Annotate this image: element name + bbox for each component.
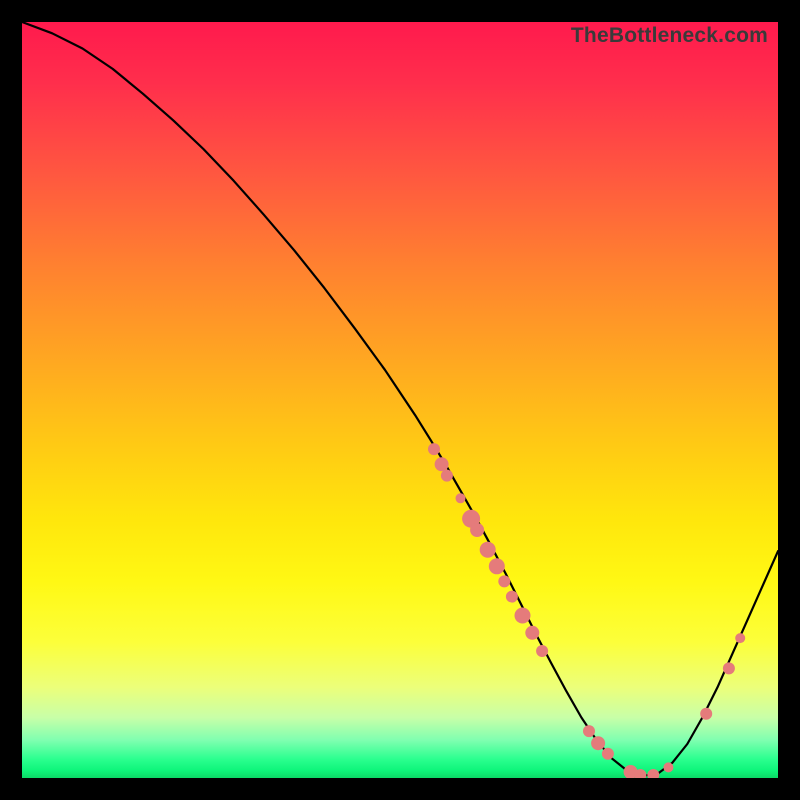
chart-marker: [441, 470, 453, 482]
watermark-text: TheBottleneck.com: [571, 24, 768, 48]
chart-marker: [647, 769, 659, 778]
chart-marker: [480, 542, 496, 558]
chart-marker: [470, 523, 484, 537]
chart-marker: [435, 457, 449, 471]
chart-area: TheBottleneck.com: [22, 22, 778, 778]
chart-marker: [602, 748, 614, 760]
chart-svg: [22, 22, 778, 778]
chart-marker: [583, 725, 595, 737]
chart-marker: [506, 591, 518, 603]
chart-marker: [700, 708, 712, 720]
chart-curve: [22, 22, 778, 776]
chart-marker: [515, 608, 531, 624]
chart-marker: [735, 633, 745, 643]
chart-marker: [525, 626, 539, 640]
chart-marker: [498, 575, 510, 587]
chart-marker: [489, 558, 505, 574]
chart-marker: [723, 662, 735, 674]
chart-marker: [663, 762, 673, 772]
chart-marker: [428, 443, 440, 455]
chart-marker: [591, 736, 605, 750]
chart-marker: [456, 493, 466, 503]
chart-marker: [536, 645, 548, 657]
